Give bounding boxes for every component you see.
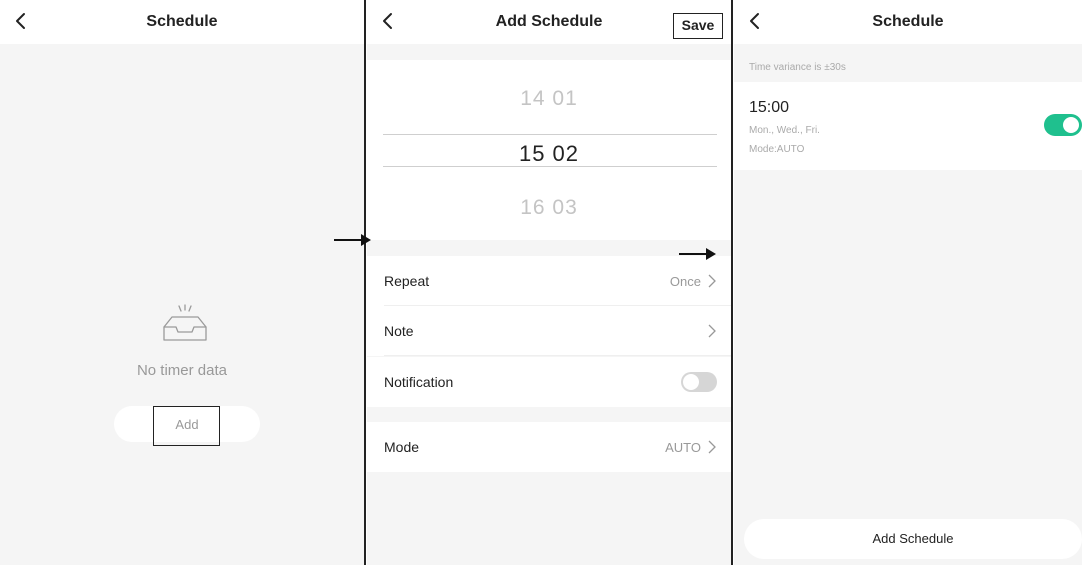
repeat-label: Repeat bbox=[384, 273, 430, 289]
note-row[interactable]: Note bbox=[367, 306, 731, 356]
picker-divider bbox=[383, 166, 717, 167]
repeat-value: Once bbox=[669, 274, 701, 289]
screen-schedule-list: Schedule Time variance is ±30s 15:00 Mon… bbox=[734, 0, 1082, 565]
note-label: Note bbox=[384, 323, 414, 339]
picker-row-next[interactable]: 16 03 bbox=[367, 196, 731, 220]
mode-row[interactable]: Mode AUTO bbox=[367, 422, 731, 472]
chevron-right-icon bbox=[708, 440, 716, 454]
arrow-right-icon bbox=[679, 248, 716, 260]
screen-schedule-empty: Schedule No timer data Add bbox=[0, 0, 364, 565]
picker-row-selected[interactable]: 15 02 bbox=[367, 141, 731, 167]
notification-toggle[interactable] bbox=[681, 372, 717, 392]
page-title: Schedule bbox=[146, 13, 218, 30]
notification-label: Notification bbox=[384, 374, 454, 390]
schedule-toggle[interactable] bbox=[1044, 114, 1082, 136]
add-schedule-button[interactable]: Add Schedule bbox=[744, 519, 1082, 559]
time-picker[interactable]: 14 01 15 02 16 03 bbox=[367, 60, 731, 240]
empty-inbox-icon bbox=[163, 304, 207, 341]
schedule-mode: Mode:AUTO bbox=[749, 144, 805, 155]
arrow-right-icon bbox=[334, 234, 371, 246]
toggle-knob bbox=[1063, 117, 1079, 133]
row-divider bbox=[384, 355, 731, 356]
save-button[interactable]: Save bbox=[673, 13, 723, 39]
schedule-time: 15:00 bbox=[749, 99, 790, 116]
schedule-item[interactable]: 15:00 Mon., Wed., Fri. Mode:AUTO bbox=[734, 82, 1082, 170]
time-variance-note: Time variance is ±30s bbox=[749, 62, 846, 73]
chevron-right-icon bbox=[708, 274, 716, 288]
empty-state-text: No timer data bbox=[136, 362, 228, 379]
panel-divider bbox=[364, 0, 366, 565]
picker-row-prev[interactable]: 14 01 bbox=[367, 87, 731, 111]
mode-label: Mode bbox=[384, 439, 420, 455]
header: Schedule bbox=[734, 0, 1082, 44]
picker-divider bbox=[383, 134, 717, 135]
mode-value: AUTO bbox=[665, 440, 701, 455]
notification-row: Notification bbox=[367, 357, 731, 407]
repeat-row[interactable]: Repeat Once bbox=[367, 256, 731, 306]
toggle-knob bbox=[683, 374, 699, 390]
header: Schedule bbox=[0, 0, 364, 44]
screen-add-schedule: Add Schedule Save 14 01 15 02 16 03 Repe… bbox=[367, 0, 731, 565]
add-button-highlight bbox=[153, 406, 220, 446]
chevron-right-icon bbox=[708, 324, 716, 338]
page-title: Schedule bbox=[872, 13, 944, 30]
panel-divider bbox=[731, 0, 733, 565]
schedule-days: Mon., Wed., Fri. bbox=[749, 125, 820, 136]
header: Add Schedule Save bbox=[367, 0, 731, 44]
